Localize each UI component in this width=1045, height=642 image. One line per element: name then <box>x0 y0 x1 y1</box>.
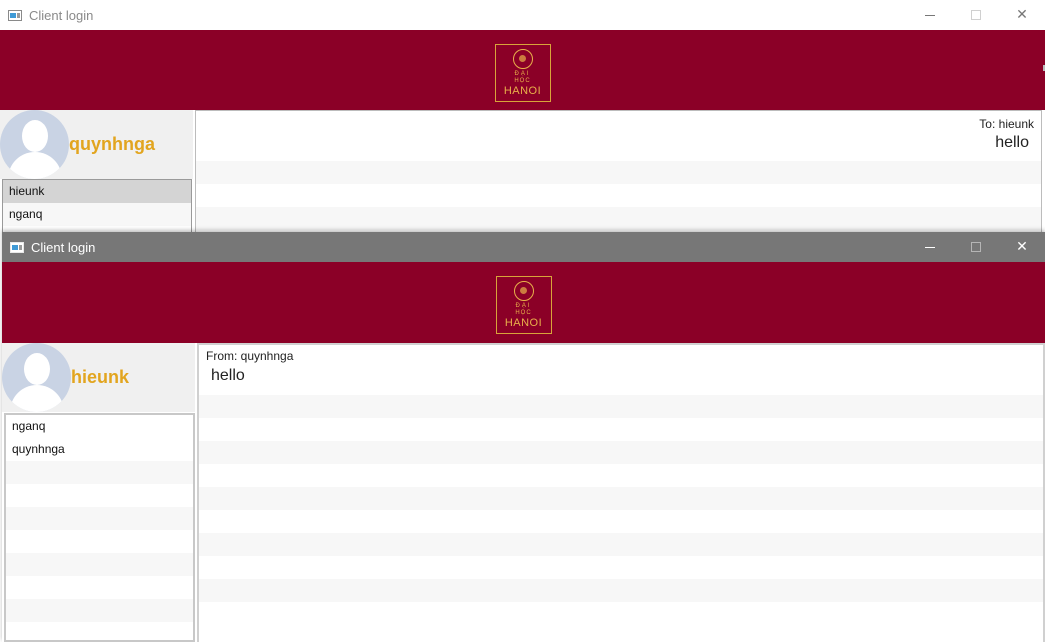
logo-text-line1: ĐẠI <box>515 303 532 309</box>
main-content: quynhnga hieunk nganq To: hieunk hello <box>0 110 1045 236</box>
empty-row <box>6 553 193 576</box>
title-bar[interactable]: Client login ✕ <box>2 232 1045 262</box>
empty-row <box>199 533 1043 556</box>
logo-text-line2: HỌC <box>515 310 532 316</box>
maximize-icon <box>971 242 981 252</box>
user-profile: hieunk <box>2 343 195 412</box>
client-window-quynhnga: Client login ✕ ĐẠI HỌC HANOI quynhnga hi… <box>0 0 1045 236</box>
empty-row <box>6 507 193 530</box>
username-label: hieunk <box>71 367 130 387</box>
empty-row <box>6 530 193 553</box>
logo-text-line3: HANOI <box>504 317 543 329</box>
window-app-icon <box>10 241 24 253</box>
user-profile: quynhnga <box>0 110 193 179</box>
empty-row <box>6 576 193 599</box>
empty-row <box>6 622 193 642</box>
empty-row <box>199 464 1043 487</box>
empty-row <box>199 510 1043 533</box>
message-item: To: hieunk hello <box>196 111 1041 161</box>
header-banner: ĐẠI HỌC HANOI <box>0 30 1045 110</box>
close-button[interactable]: ✕ <box>999 232 1045 262</box>
user-avatar-icon <box>0 110 69 179</box>
message-recipient: To: hieunk <box>979 117 1034 131</box>
empty-row <box>199 395 1043 418</box>
empty-row <box>199 441 1043 464</box>
empty-row <box>6 599 193 622</box>
close-icon: ✕ <box>1016 239 1028 255</box>
window-title: Client login <box>29 7 94 23</box>
close-button[interactable]: ✕ <box>999 0 1045 30</box>
logo-text-line2: HỌC <box>514 78 531 84</box>
empty-row <box>196 161 1041 184</box>
client-window-hieunk: Client login ✕ ĐẠI HỌC HANOI hieunk ngan… <box>2 232 1045 642</box>
user-avatar-icon <box>2 343 71 412</box>
maximize-icon <box>971 10 981 20</box>
maximize-button[interactable] <box>953 232 999 262</box>
message-item: From: quynhnga hello <box>199 345 1043 395</box>
close-icon: ✕ <box>1016 7 1028 23</box>
contact-list: hieunk nganq <box>2 179 192 236</box>
minimize-icon <box>925 246 935 248</box>
empty-row <box>199 418 1043 441</box>
message-text: hello <box>995 134 1029 151</box>
university-logo: ĐẠI HỌC HANOI <box>494 44 551 102</box>
contact-item[interactable]: hieunk <box>3 180 191 203</box>
contact-item[interactable]: quynhnga <box>6 438 193 461</box>
empty-row <box>6 461 193 484</box>
title-bar[interactable]: Client login ✕ <box>0 0 1045 30</box>
username-label: quynhnga <box>69 134 155 154</box>
message-text: hello <box>211 367 245 384</box>
empty-row <box>199 579 1043 602</box>
contact-list: nganq quynhnga <box>4 413 195 642</box>
main-content: hieunk nganq quynhnga From: quynhnga hel… <box>2 343 1045 642</box>
emblem-icon <box>513 281 534 301</box>
maximize-button[interactable] <box>953 0 999 30</box>
minimize-button[interactable] <box>907 0 953 30</box>
logo-text-line1: ĐẠI <box>514 71 531 77</box>
message-sender: From: quynhnga <box>206 349 294 363</box>
message-list: To: hieunk hello <box>195 110 1042 236</box>
minimize-button[interactable] <box>907 232 953 262</box>
empty-row <box>6 484 193 507</box>
logo-text-line3: HANOI <box>503 85 542 97</box>
empty-row <box>199 602 1043 625</box>
empty-row <box>196 207 1041 230</box>
window-controls: ✕ <box>907 0 1045 30</box>
message-list: From: quynhnga hello <box>197 343 1045 642</box>
header-banner: ĐẠI HỌC HANOI <box>2 262 1045 343</box>
university-logo: ĐẠI HỌC HANOI <box>495 276 552 334</box>
emblem-icon <box>512 49 533 69</box>
minimize-icon <box>925 14 935 16</box>
window-controls: ✕ <box>907 232 1045 262</box>
contact-item[interactable]: nganq <box>6 415 193 438</box>
empty-row <box>199 487 1043 510</box>
empty-row <box>196 184 1041 207</box>
window-app-icon <box>8 9 22 21</box>
contact-item[interactable]: nganq <box>3 203 191 226</box>
empty-row <box>199 556 1043 579</box>
window-title: Client login <box>31 239 96 255</box>
